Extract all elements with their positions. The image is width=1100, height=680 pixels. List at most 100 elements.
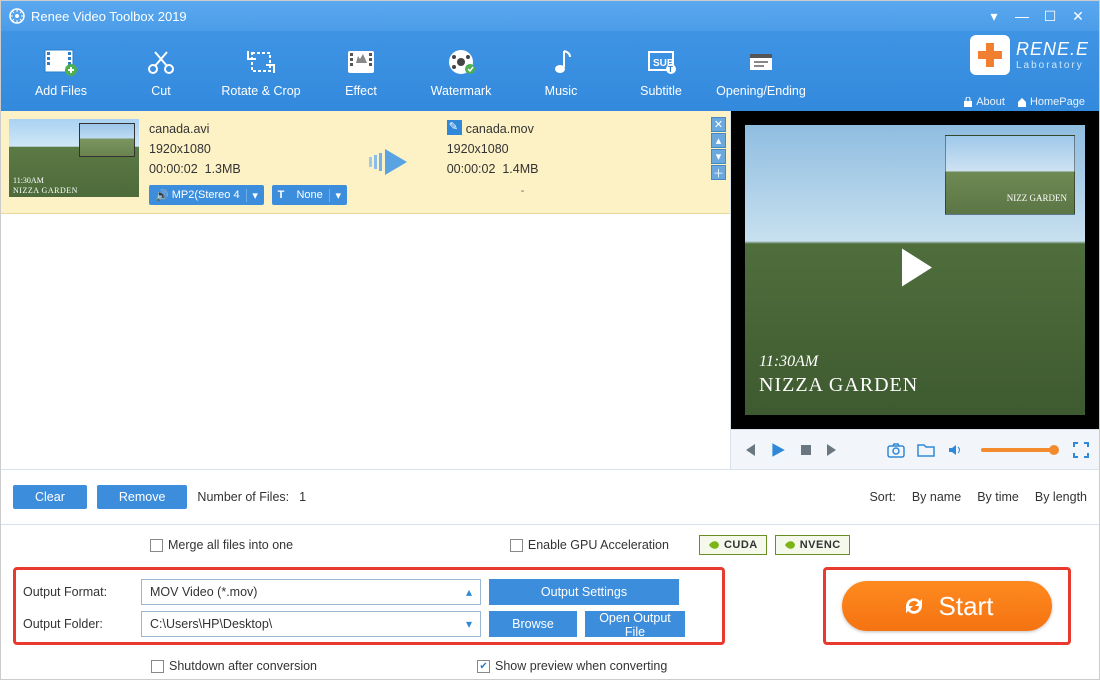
out-filename: canada.mov: [466, 122, 534, 136]
video-preview[interactable]: NIZZ GARDEN 11:30AM NIZZA GARDEN: [731, 111, 1099, 429]
next-button[interactable]: [825, 442, 841, 458]
open-output-button[interactable]: Open Output File: [585, 611, 685, 637]
window-dropdown-button[interactable]: ▾: [981, 6, 1007, 26]
file-count-label: Number of Files:: [197, 490, 289, 504]
subtitle-tag[interactable]: T None▾: [272, 185, 347, 205]
gpu-checkbox[interactable]: Enable GPU Acceleration: [510, 538, 669, 552]
format-label: Output Format:: [23, 585, 133, 599]
add-files-button[interactable]: Add Files: [11, 36, 111, 106]
toolbar-label: Effect: [345, 84, 377, 98]
toolbar-label: Rotate & Crop: [221, 84, 300, 98]
video-thumbnail: 11:30AMNIZZA GARDEN: [9, 119, 139, 197]
rotate-crop-button[interactable]: Rotate & Crop: [211, 36, 311, 106]
folder-label: Output Folder:: [23, 617, 133, 631]
toolbar-label: Opening/Ending: [716, 84, 806, 98]
maximize-button[interactable]: ☐: [1037, 6, 1063, 26]
play-overlay-icon[interactable]: [890, 243, 940, 298]
highlight-box-right: Start: [823, 567, 1071, 645]
home-icon: [1017, 97, 1027, 107]
main-toolbar: Add Files Cut Rotate & Crop Effect Water…: [1, 31, 1099, 111]
shutdown-checkbox[interactable]: Shutdown after conversion: [151, 659, 317, 673]
lock-icon: [963, 97, 973, 107]
clear-button[interactable]: Clear: [13, 485, 87, 509]
music-button[interactable]: Music: [511, 36, 611, 106]
toolbar-label: Subtitle: [640, 84, 682, 98]
sort-length[interactable]: By length: [1035, 490, 1087, 504]
src-duration: 00:00:02: [149, 162, 198, 176]
svg-text:T: T: [668, 65, 673, 74]
cut-button[interactable]: Cut: [111, 36, 211, 106]
close-button[interactable]: ✕: [1065, 6, 1091, 26]
chevron-down-icon: ▾: [466, 617, 472, 631]
watermark-button[interactable]: Watermark: [411, 36, 511, 106]
browse-button[interactable]: Browse: [489, 611, 577, 637]
brand-sub: Laboratory: [1016, 60, 1089, 71]
src-resolution: 1920x1080: [149, 139, 347, 159]
effect-button[interactable]: Effect: [311, 36, 411, 106]
audio-tag[interactable]: 🔊 MP2(Stereo 4▾: [149, 185, 264, 205]
fullscreen-button[interactable]: [1073, 442, 1089, 458]
toolbar-label: Add Files: [35, 84, 87, 98]
brand-logo: RENE.E Laboratory: [970, 35, 1089, 75]
nvidia-icon: [784, 539, 796, 551]
music-icon: [543, 44, 579, 80]
src-size: 1.3MB: [205, 162, 241, 176]
sort-label: Sort:: [869, 490, 895, 504]
effect-icon: [343, 44, 379, 80]
row-placeholder: -: [521, 185, 525, 197]
refresh-icon: [901, 593, 927, 619]
chevron-down-icon[interactable]: ▾: [246, 189, 264, 202]
app-title: Renee Video Toolbox 2019: [31, 9, 187, 24]
merge-checkbox[interactable]: Merge all files into one: [150, 538, 293, 552]
out-size: 1.4MB: [502, 162, 538, 176]
prev-button[interactable]: [741, 442, 757, 458]
file-list-pane: 11:30AMNIZZA GARDEN canada.avi 1920x1080…: [1, 111, 731, 469]
subtitle-icon: SUBT: [643, 44, 679, 80]
cut-icon: [143, 44, 179, 80]
start-button[interactable]: Start: [842, 581, 1052, 631]
cuda-badge: CUDA: [699, 535, 767, 555]
stop-button[interactable]: [799, 443, 813, 457]
file-count: 1: [299, 490, 306, 504]
chevron-down-icon[interactable]: ▾: [329, 189, 347, 202]
play-button[interactable]: [769, 441, 787, 459]
sort-name[interactable]: By name: [912, 490, 961, 504]
remove-button[interactable]: Remove: [97, 485, 188, 509]
title-bar: Renee Video Toolbox 2019 ▾ — ☐ ✕: [1, 1, 1099, 31]
minimize-button[interactable]: —: [1009, 6, 1035, 26]
src-filename: canada.avi: [149, 119, 347, 139]
nvenc-badge: NVENC: [775, 535, 850, 555]
row-close-button[interactable]: ✕: [711, 117, 726, 132]
row-down-button[interactable]: ▾: [711, 149, 726, 164]
chevron-up-icon: ▴: [466, 585, 472, 599]
output-settings-button[interactable]: Output Settings: [489, 579, 679, 605]
convert-arrow-icon: [367, 147, 427, 177]
video-controls: [731, 429, 1099, 469]
volume-slider[interactable]: [981, 448, 1055, 452]
volume-icon[interactable]: [947, 442, 963, 458]
inset-label: NIZZ GARDEN: [1007, 193, 1067, 203]
homepage-link[interactable]: HomePage: [1017, 96, 1085, 108]
row-add-button[interactable]: ＋: [711, 165, 726, 180]
snapshot-button[interactable]: [887, 442, 905, 458]
edit-icon[interactable]: [447, 120, 462, 135]
mini-links: About HomePage: [963, 96, 1085, 108]
app-logo-icon: [9, 8, 25, 24]
rotate-crop-icon: [243, 44, 279, 80]
file-row[interactable]: 11:30AMNIZZA GARDEN canada.avi 1920x1080…: [1, 111, 730, 214]
output-format-select[interactable]: MOV Video (*.mov) ▴: [141, 579, 481, 605]
sort-time[interactable]: By time: [977, 490, 1019, 504]
list-action-bar: Clear Remove Number of Files: 1 Sort: By…: [1, 469, 1099, 524]
show-preview-checkbox[interactable]: ✔Show preview when converting: [477, 659, 667, 673]
row-up-button[interactable]: ▴: [711, 133, 726, 148]
opening-ending-button[interactable]: Opening/Ending: [711, 36, 811, 106]
subtitle-button[interactable]: SUBT Subtitle: [611, 36, 711, 106]
brand-name: RENE.E: [1016, 39, 1089, 60]
brand-cross-icon: [970, 35, 1010, 75]
out-resolution: 1920x1080: [447, 139, 539, 159]
nvidia-icon: [708, 539, 720, 551]
about-link[interactable]: About: [963, 96, 1005, 108]
output-folder-select[interactable]: C:\Users\HP\Desktop\ ▾: [141, 611, 481, 637]
open-folder-button[interactable]: [917, 442, 935, 458]
toolbar-label: Music: [545, 84, 578, 98]
